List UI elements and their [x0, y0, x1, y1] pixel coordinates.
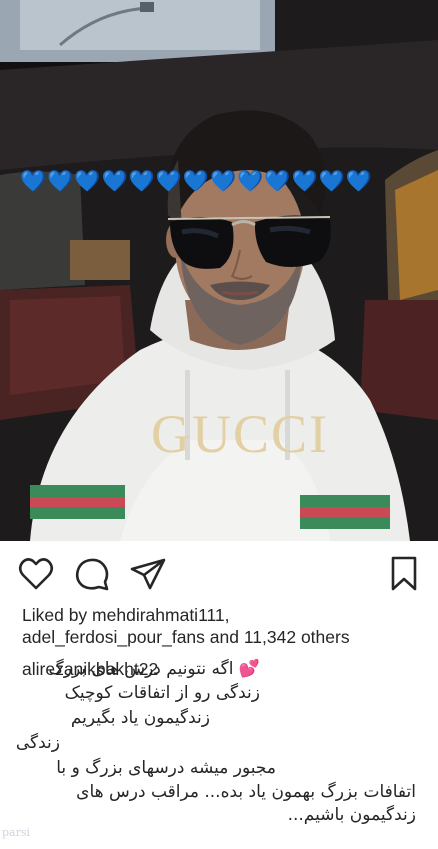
share-icon[interactable]: [128, 554, 168, 594]
caption-line: مجبور میشه درسهای بزرگ و با: [56, 758, 276, 778]
caption-line: زندگی رو از اتفاقات کوچیک: [64, 683, 260, 703]
watermark: parsi: [2, 826, 31, 839]
blue-hearts-emoji: 💙💙💙💙💙💙💙💙💙💙💙💙💙: [20, 170, 373, 193]
post-caption: alirezanikbakht22 💕 اگه نتونیم درس های ب…: [0, 654, 438, 849]
selfie-image: GUCCI: [0, 0, 438, 541]
caption-line: 💕 اگه نتونیم درس های بزرگ: [48, 659, 260, 679]
liked-user-link[interactable]: adel_ferdosi_pour_fans: [22, 627, 205, 647]
likes-prefix: Liked by: [22, 605, 93, 625]
post-photo[interactable]: GUCCI: [0, 0, 438, 541]
heart-icon[interactable]: [16, 554, 56, 594]
liked-user-link[interactable]: mehdirahmati111,: [92, 605, 229, 625]
likes-count-link[interactable]: 11,342 others: [244, 627, 350, 647]
comment-icon[interactable]: [72, 554, 112, 594]
caption-line: زندگیمون باشیم...: [287, 805, 416, 825]
caption-line: زندگی: [15, 733, 60, 753]
likes-summary: Liked by mehdirahmati111, adel_ferdosi_p…: [22, 604, 422, 648]
post-action-bar: [0, 541, 438, 603]
bookmark-icon[interactable]: [384, 554, 424, 594]
likes-and: and: [204, 627, 244, 647]
hoodie-print: GUCCI: [151, 404, 329, 464]
caption-line: اتفافات بزرگ بهمون یاد بده... مراقب درس …: [76, 782, 416, 802]
caption-line: زندگیمون یاد بگیریم: [70, 708, 210, 728]
